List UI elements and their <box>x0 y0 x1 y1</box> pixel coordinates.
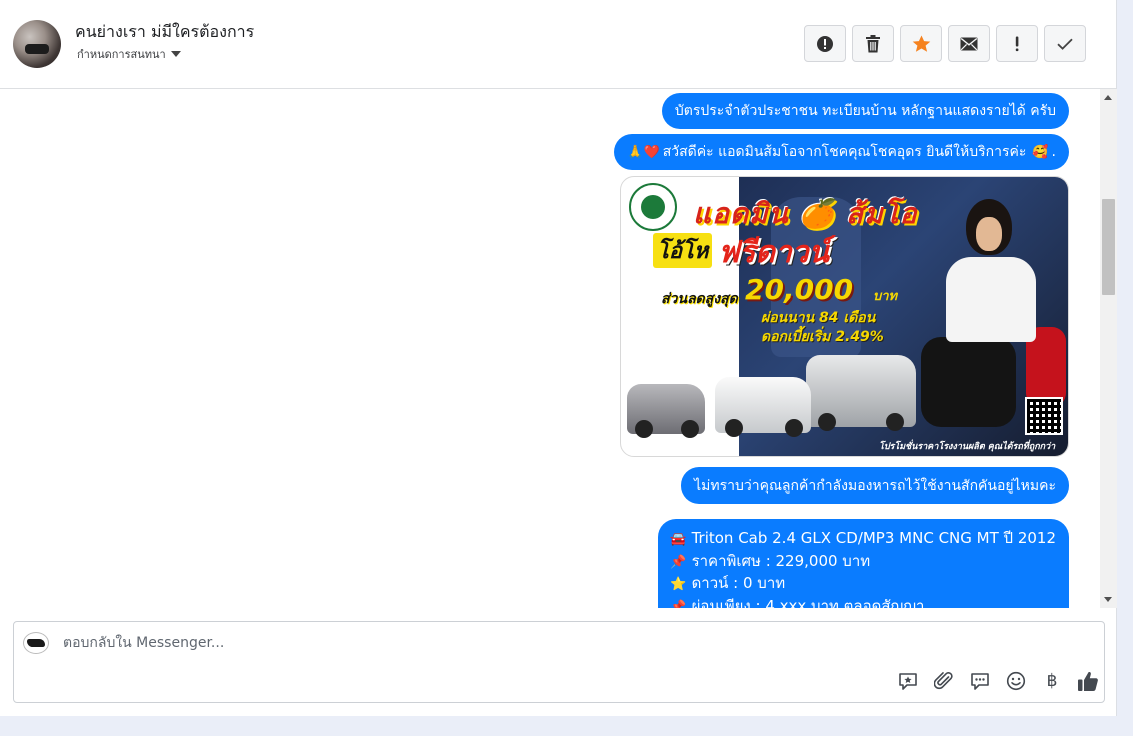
promo-offer-label: โอ้โห <box>653 233 713 268</box>
promo-footer: โปรโมชั่นราคาโรงงานผลิต คุณได้รถที่ถูกกว… <box>879 442 1056 452</box>
caret-down-icon <box>170 51 181 57</box>
attachment-icon <box>934 672 953 690</box>
promo-person-legs <box>921 337 1016 427</box>
message-bubble[interactable]: บัตรประจำตัวประชาชน ทะเบียนบ้าน หลักฐานแ… <box>661 93 1069 129</box>
conversation-header: คนย่างเรา ม่มีใครต้องการ กำหนดการสนทนา <box>0 0 1117 89</box>
assign-label: กำหนดการสนทนา <box>77 48 166 61</box>
message-text: บัตรประจำตัวประชาชน ทะเบียนบ้าน หลักฐานแ… <box>674 103 1056 119</box>
contact-avatar[interactable] <box>13 20 61 68</box>
message-line-text: ผ่อนเพียง : 4,xxx บาท ตลอดสัญญา <box>691 596 925 609</box>
message-line: 📌 ราคาพิเศษ : 229,000 บาท <box>670 551 1056 574</box>
follow-up-button[interactable] <box>996 25 1038 62</box>
qr-code-icon <box>1025 397 1063 435</box>
assign-conversation-dropdown[interactable]: กำหนดการสนทนา <box>77 45 181 63</box>
pin-emoji: 📌 <box>670 599 687 609</box>
promo-rate: ดอกเบี้ยเริ่ม 2.49% <box>761 329 884 345</box>
emoji-icon <box>1006 671 1026 691</box>
chat-bubbles-icon <box>971 672 989 690</box>
message-line: 🚘 Triton Cab 2.4 GLX CD/MP3 MNC CNG MT ปี… <box>670 528 1056 551</box>
message-text-end: . <box>1051 144 1056 160</box>
composer-tools: ฿ <box>890 667 1106 695</box>
emoji-button[interactable] <box>998 667 1034 695</box>
attach-file-button[interactable] <box>926 667 962 695</box>
like-button[interactable] <box>1070 667 1106 695</box>
message-line: 📌 ผ่อนเพียง : 4,xxx บาท ตลอดสัญญา <box>670 596 1056 609</box>
dealer-logo <box>629 183 677 231</box>
message-line-text: Triton Cab 2.4 GLX CD/MP3 MNC CNG MT ปี … <box>691 529 1056 547</box>
message-bubble[interactable]: 🙏❤️ สวัสดีค่ะ แอดมินส้มโอจากโชคคุณโชคอุด… <box>614 134 1069 170</box>
pin-emoji: 📌 <box>670 554 687 570</box>
reply-composer: ฿ <box>13 621 1105 703</box>
message-line-text: ดาวน์ : 0 บาท <box>691 574 786 592</box>
pray-heart-emoji: 🙏❤️ <box>627 144 660 160</box>
message-text: ไม่ทราบว่าคุณลูกค้ากำลังมองหารถไว้ใช้งาน… <box>694 477 1056 494</box>
car-emoji: 🚘 <box>670 532 687 547</box>
message-line: ⭐ ดาวน์ : 0 บาท <box>670 573 1056 596</box>
promo-discount-amount: 20,000 <box>745 273 854 306</box>
message-line-text: ราคาพิเศษ : 229,000 บาท <box>691 551 871 570</box>
quick-replies-button[interactable] <box>962 667 998 695</box>
delete-button[interactable] <box>852 25 894 62</box>
scroll-up-arrow-icon[interactable] <box>1104 95 1112 100</box>
scroll-down-arrow-icon[interactable] <box>1104 597 1112 602</box>
baht-icon: ฿ <box>1046 671 1058 691</box>
reply-input[interactable] <box>60 632 966 654</box>
thread-scrollbar[interactable] <box>1100 89 1117 608</box>
message-bubble[interactable]: 🚘 Triton Cab 2.4 GLX CD/MP3 MNC CNG MT ปี… <box>658 519 1069 608</box>
payment-button[interactable]: ฿ <box>1034 667 1070 695</box>
message-bubble[interactable]: ไม่ทราบว่าคุณลูกค้ากำลังมองหารถไว้ใช้งาน… <box>681 467 1069 504</box>
conversation-panel: คนย่างเรา ม่มีใครต้องการ กำหนดการสนทนา บ… <box>0 0 1117 716</box>
promo-free-down: ฟรีดาวน์ <box>718 235 830 270</box>
scroll-thumb[interactable] <box>1102 199 1115 295</box>
car-hatchback <box>627 384 705 438</box>
promo-discount-unit: บาท <box>873 289 898 304</box>
promo-person-face <box>976 217 1002 251</box>
page-avatar <box>23 632 49 654</box>
report-spam-button[interactable] <box>804 25 846 62</box>
saved-reply-icon <box>899 672 917 690</box>
car-pickup <box>715 377 811 437</box>
alert-circle-icon <box>817 35 833 52</box>
smiling-hearts-emoji: 🥰 <box>1032 144 1049 160</box>
mark-unread-button[interactable] <box>948 25 990 62</box>
promo-person-body <box>946 257 1036 342</box>
contact-name[interactable]: คนย่างเรา ม่มีใครต้องการ <box>75 20 254 45</box>
saved-reply-button[interactable] <box>890 667 926 695</box>
promo-image[interactable]: แอดมิน 🍊 ส้มโอ โอ้โห ฟรีดาวน์ ส่วนลดสูงส… <box>620 176 1069 457</box>
envelope-icon <box>960 37 978 50</box>
message-text: สวัสดีค่ะ แอดมินส้มโอจากโชคคุณโชคอุดร ยิ… <box>662 144 1027 160</box>
check-icon <box>1057 38 1073 50</box>
trash-icon <box>866 34 880 52</box>
exclamation-icon <box>1015 36 1019 51</box>
mark-done-button[interactable] <box>1044 25 1086 62</box>
star-icon <box>912 35 930 52</box>
like-icon <box>1078 671 1098 691</box>
car-pickup-cargo <box>806 355 916 431</box>
star-emoji: ⭐ <box>670 577 687 592</box>
message-thread: บัตรประจำตัวประชาชน ทะเบียนบ้าน หลักฐานแ… <box>0 89 1100 608</box>
header-actions <box>804 25 1086 62</box>
promo-discount-label: ส่วนลดสูงสุด <box>661 291 738 307</box>
star-button[interactable] <box>900 25 942 62</box>
